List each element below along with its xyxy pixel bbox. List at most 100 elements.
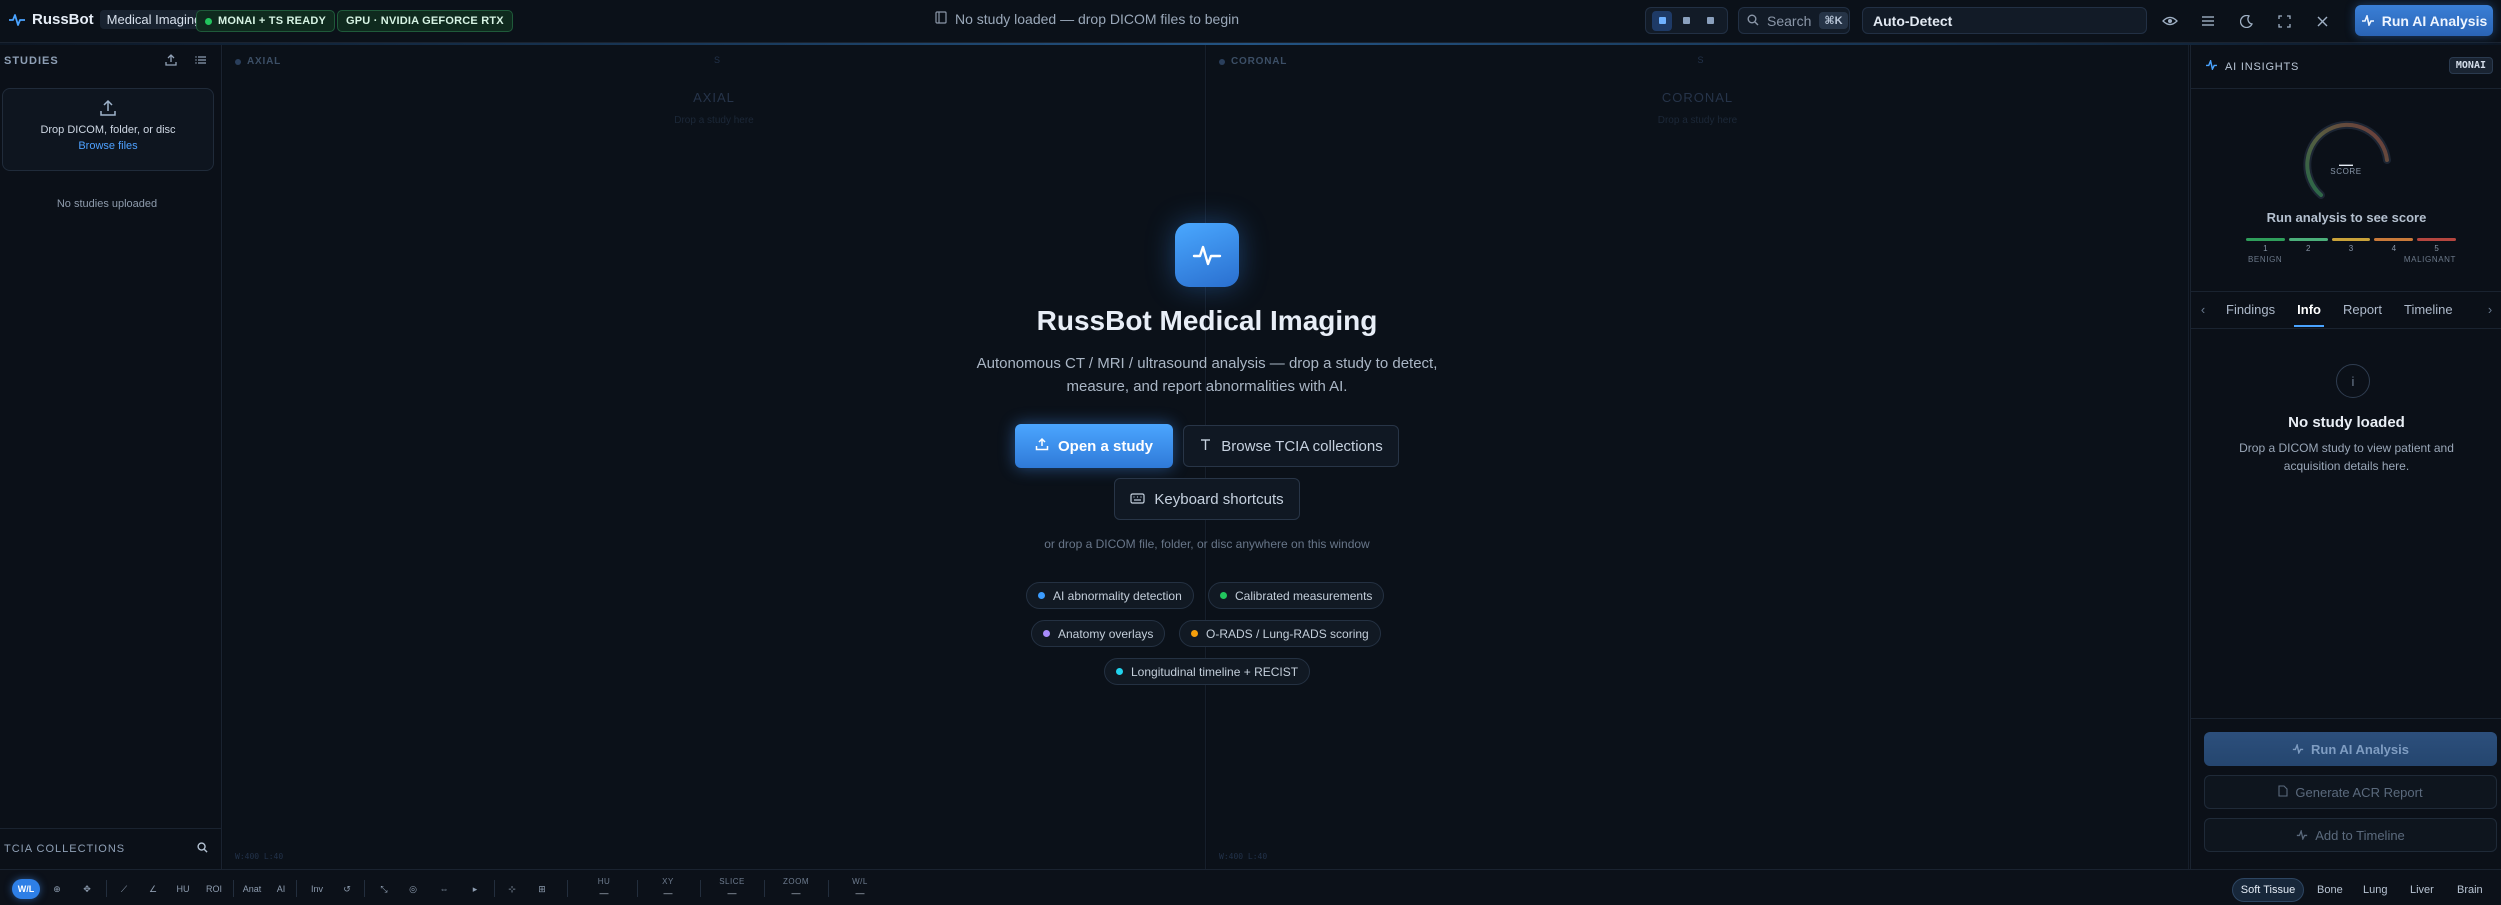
benign-label: BENIGN [2248,255,2283,264]
divider [494,880,495,897]
pulse-icon [2292,742,2304,757]
studies-heading: STUDIES [4,55,59,67]
feature-chip: Longitudinal timeline + RECIST [1104,658,1311,685]
layout-2x2-button[interactable] [1701,11,1721,31]
malignant-label: MALIGNANT [2403,255,2456,264]
search-icon[interactable] [197,841,208,856]
tool-hu[interactable]: HU [174,879,192,899]
preset-brain[interactable]: Brain [2450,878,2490,902]
preset-bone[interactable]: Bone [2310,878,2350,902]
tab-report[interactable]: Report [2332,292,2393,327]
search-icon [1747,13,1759,29]
menu-icon[interactable] [2198,11,2218,31]
tool-crosshair-icon[interactable]: ⊹ [505,879,519,899]
welcome-panel: RussBot Medical Imaging Autonomous CT / … [970,223,1444,685]
run-ai-analysis-top-button[interactable]: Run AI Analysis [2355,5,2493,36]
tab-findings[interactable]: Findings [2215,292,2286,327]
layout-1x1-button[interactable] [1652,10,1673,31]
chip-dot-icon [1191,630,1198,637]
chip-dot-icon [1220,592,1227,599]
modality-select[interactable]: Auto-Detect [1862,7,2147,34]
tool-target-icon[interactable]: ◎ [406,879,420,899]
list-icon[interactable] [195,53,207,71]
slice-readout: SLICE — [719,877,745,898]
keyboard-shortcuts-button[interactable]: Keyboard shortcuts [1114,478,1300,520]
divider [296,880,297,897]
upload-icon [3,99,213,119]
app-subtitle: Medical Imaging [99,10,209,29]
bottom-toolbar: W/L ⊕ ✥ ⟋ ∠ HU ROI Anat AI Inv ↺ ⤡ ◎ ⇔ ▸… [0,869,2501,905]
tool-anatomy[interactable]: Anat [240,879,264,899]
browse-tcia-button[interactable]: Browse TCIA collections [1183,425,1399,467]
risk-number: 3 [2348,244,2354,253]
ai-insights-heading: AI INSIGHTS [2205,58,2299,73]
preset-lung[interactable]: Lung [2356,878,2394,902]
close-icon[interactable] [2312,11,2332,31]
open-study-button[interactable]: Open a study [1015,424,1173,468]
axial-ghost-title: AXIAL [693,90,735,105]
tool-angle-icon[interactable]: ∠ [146,879,160,899]
add-to-timeline-button[interactable]: Add to Timeline [2204,818,2497,852]
preset-liver[interactable]: Liver [2403,878,2441,902]
ai-insights-panel: AI INSIGHTS MONAI — SCORE Run analysis t… [2190,45,2501,869]
chevron-left-icon[interactable]: ‹ [2191,302,2215,317]
pulse-icon [8,11,26,29]
tool-roi[interactable]: ROI [203,879,225,899]
pulse-logo-icon [1175,223,1239,287]
divider [233,880,234,897]
risk-bar [2374,238,2414,241]
tcia-collections-section[interactable]: TCIA COLLECTIONS [0,828,222,868]
keyboard-icon [1130,491,1145,508]
coronal-ghost-subtitle: Drop a study here [1657,115,1738,126]
coronal-ghost-title: CORONAL [1661,90,1734,105]
tool-reset-icon[interactable]: ↺ [340,879,354,899]
score-caption: Run analysis to see score [2266,210,2427,225]
preset-soft-tissue[interactable]: Soft Tissue [2232,878,2304,902]
tool-fit-icon[interactable]: ⤡ [377,879,391,899]
tool-measure-icon[interactable]: ⟋ [117,879,131,899]
axial-orientation-marker: S [714,55,721,65]
browse-files-link[interactable]: Browse files [3,140,213,152]
tool-pan-icon[interactable]: ✥ [80,879,94,899]
tcia-heading: TCIA COLLECTIONS [4,842,126,855]
welcome-actions: Open a study Browse TCIA collections [970,424,1444,468]
info-icon: i [2336,364,2370,398]
tool-window-level[interactable]: W/L [12,879,40,899]
tab-info[interactable]: Info [2286,292,2332,327]
drop-hint: or drop a DICOM file, folder, or disc an… [1044,537,1370,551]
study-status-text: No study loaded — drop DICOM files to be… [955,11,1240,27]
search-box[interactable]: Search ⌘K [1738,7,1850,34]
eye-icon[interactable] [2160,11,2180,31]
layout-1x2-button[interactable] [1676,11,1696,31]
tool-ai[interactable]: AI [273,879,289,899]
tool-play-icon[interactable]: ▸ [468,879,482,899]
coronal-window-readout: W:400 L:40 [1219,852,1268,861]
risk-number: 5 [2434,244,2439,253]
upload-icon[interactable] [165,53,177,71]
axial-viewport-label: AXIAL [235,56,281,67]
tool-zoom-icon[interactable]: ⊕ [50,879,64,899]
monai-badge: MONAI [2448,57,2493,74]
dropzone-text: Drop DICOM, folder, or disc [40,124,176,136]
fullscreen-icon[interactable] [2274,11,2294,31]
insights-tabs: ‹ Findings Info Report Timeline › [2191,291,2501,328]
divider [2191,718,2501,719]
divider [364,880,365,897]
pulse-icon [2361,12,2375,29]
tab-timeline[interactable]: Timeline [2393,292,2464,327]
risk-bar [2417,238,2456,241]
run-ai-analysis-button[interactable]: Run AI Analysis [2204,732,2497,766]
generate-acr-report-button[interactable]: Generate ACR Report [2204,775,2497,809]
score-label: SCORE [2330,167,2362,176]
tool-compare-icon[interactable]: ⇔ [437,879,451,899]
tool-grid-icon[interactable]: ⊞ [535,879,549,899]
chevron-right-icon[interactable]: › [2478,302,2501,317]
moon-icon[interactable] [2236,11,2256,31]
xy-readout: XY — [662,877,674,898]
tool-invert[interactable]: Inv [306,879,328,899]
search-placeholder: Search [1767,12,1812,29]
document-icon [935,11,947,27]
text-icon [1199,438,1212,455]
dicom-dropzone[interactable]: Drop DICOM, folder, or disc Browse files [2,88,214,171]
pulse-icon [2205,58,2218,73]
